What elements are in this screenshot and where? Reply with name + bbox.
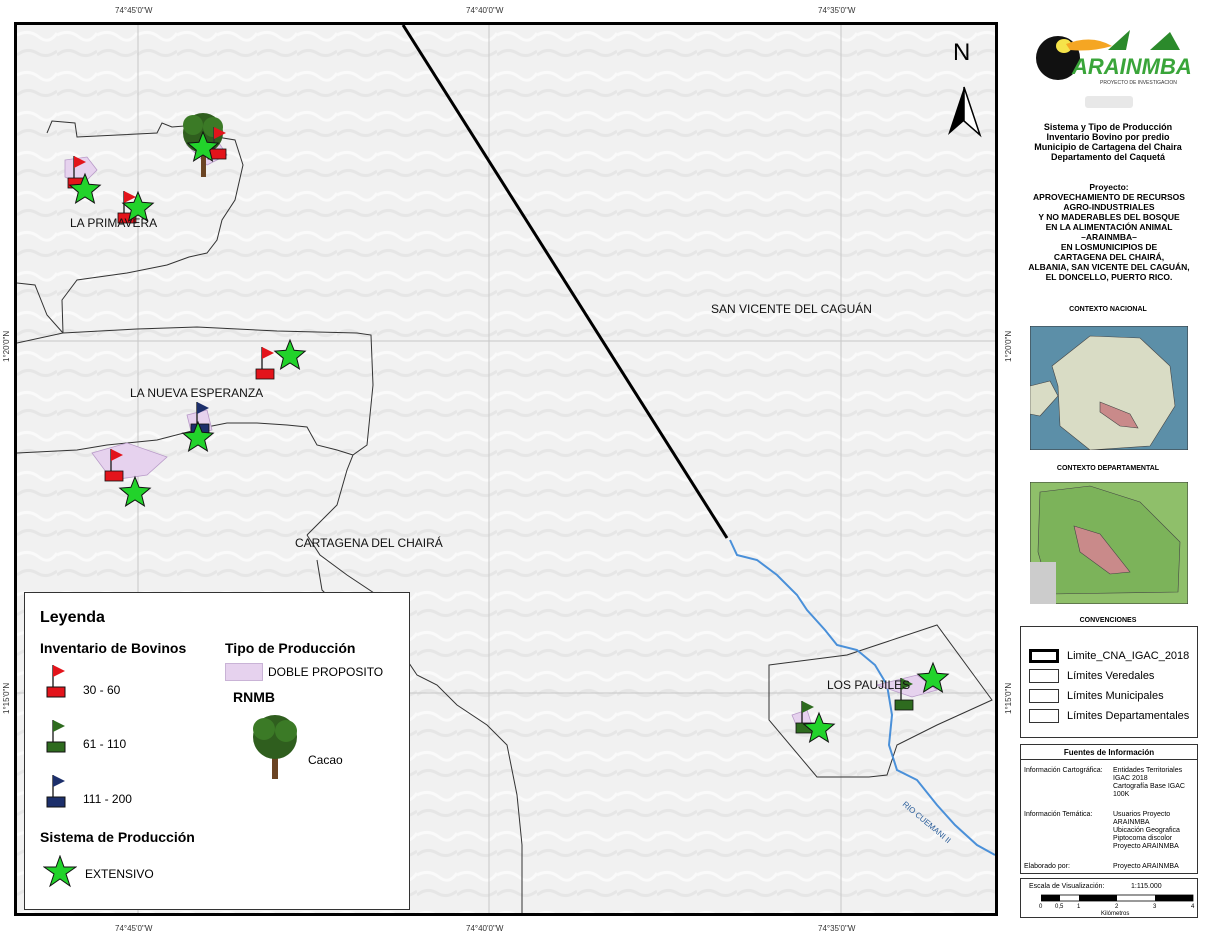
project-description: Proyecto: APROVECHAMIENTO DE RECURSOS AGRO…	[1028, 182, 1190, 282]
contexto-departamental-title: CONTEXTO DEPARTAMENTAL	[1056, 465, 1160, 472]
conv-veredales-swatch	[1029, 669, 1059, 683]
legend-title: Leyenda	[40, 609, 105, 626]
fuentes-elab-value: Proyecto ARAINMBA	[1113, 863, 1179, 870]
legend-inv-2: 61 - 110	[83, 737, 127, 751]
conv-municipales-label: Límites Municipales	[1067, 690, 1164, 702]
partner-logos	[1085, 96, 1133, 108]
scale-tick-1: 0,5	[1055, 904, 1064, 910]
legend-sistema-item: EXTENSIVO	[85, 867, 154, 881]
flag-red-icon	[46, 665, 66, 698]
cacao-tree-icon	[253, 715, 297, 779]
logo-text: ARAINMBA	[1072, 54, 1192, 79]
coord-top-2: 74°40'0"W	[466, 6, 504, 15]
legend-rnmb-item: Cacao	[308, 753, 343, 767]
legend-rnmb-title: RNMB	[233, 689, 275, 705]
flag-green-icon	[46, 720, 66, 753]
label-la-primavera: LA PRIMAVERA	[70, 216, 158, 230]
contexto-nacional-title: CONTEXTO NACIONAL	[1069, 306, 1147, 313]
coord-top-1: 74°45'0"W	[115, 6, 153, 15]
label-la-nueva-esperanza: LA NUEVA ESPERANZA	[130, 386, 264, 400]
label-los-paujiles: LOS PAUJILES	[827, 678, 911, 692]
legend-panel: Leyenda Inventario de Bovinos 30 - 60 61…	[24, 592, 410, 910]
north-label: N	[953, 39, 971, 66]
coord-right-1: 1°20'0"N	[1004, 330, 1013, 362]
scale-tick-2: 1	[1077, 904, 1081, 910]
conv-departamentales-swatch	[1029, 709, 1059, 723]
scale-tick-0: 0	[1039, 904, 1043, 910]
fuentes-box: Fuentes de Información Información Carto…	[1020, 744, 1198, 874]
arainmba-logo: ARAINMBA PROYECTO DE INVESTIGACION	[1020, 24, 1196, 92]
scale-unit: Kilómetros	[1101, 911, 1130, 917]
star-extensivo-icon	[43, 855, 77, 888]
legend-tipo-item: DOBLE PROPOSITO	[268, 665, 384, 679]
conv-veredales-label: Límites Veredales	[1067, 670, 1155, 682]
fuentes-cart-value: Entidades Territoriales IGAC 2018 Cartogra…	[1113, 767, 1185, 798]
legend-inventario-title: Inventario de Bovinos	[40, 640, 187, 656]
legend-tipo-title: Tipo de Producción	[225, 640, 356, 656]
conv-cna-label: Limite_CNA_IGAC_2018	[1067, 650, 1190, 662]
flag-navy-icon	[46, 775, 66, 808]
legend-sistema-title: Sistema de Producción	[40, 829, 195, 845]
coord-bottom-3: 74°35'0"W	[818, 924, 856, 933]
legend-inv-1: 30 - 60	[83, 683, 121, 697]
convenciones-box: Limite_CNA_IGAC_2018 Límites Veredales L…	[1020, 626, 1198, 738]
coord-left-2: 1°15'0"N	[2, 682, 11, 714]
fuentes-elab-label: Elaborado por:	[1024, 863, 1070, 870]
coord-bottom-1: 74°45'0"W	[115, 924, 153, 933]
contexto-nacional-map	[1030, 326, 1188, 450]
conv-departamentales-label: Límites Departamentales	[1067, 710, 1190, 722]
doble-proposito-swatch	[225, 663, 263, 681]
contexto-departamental-map	[1030, 482, 1188, 604]
label-cartagena-del-chaira: CARTAGENA DEL CHAIRÁ	[295, 536, 443, 550]
logo-subtitle: PROYECTO DE INVESTIGACION	[1100, 80, 1177, 86]
convenciones-title: CONVENCIONES	[1079, 617, 1137, 624]
fuentes-cart-label: Información Cartográfica:	[1024, 767, 1103, 774]
escala-value: 1:115.000	[1131, 883, 1162, 890]
conv-cna-swatch	[1029, 649, 1059, 663]
conv-municipales-swatch	[1029, 689, 1059, 703]
scale-bar	[1041, 894, 1194, 902]
fuentes-title: Fuentes de Información	[1063, 748, 1155, 757]
scale-tick-4: 3	[1153, 904, 1157, 910]
legend-inv-3: 111 - 200	[83, 792, 132, 806]
map-title: Sistema y Tipo de Producción Inventario B…	[1034, 122, 1182, 162]
escala-label: Escala de Visualización:	[1029, 883, 1105, 890]
fuentes-tem-label: Información Temática:	[1024, 811, 1093, 818]
coord-bottom-2: 74°40'0"W	[466, 924, 504, 933]
coord-top-3: 74°35'0"W	[818, 6, 856, 15]
scale-box: Escala de Visualización: 1:115.000 0 0,5…	[1020, 878, 1198, 918]
fuentes-tem-value: Usuarios Proyecto ARAINMBA Ubicación Geogr…	[1113, 811, 1180, 850]
coord-right-2: 1°15'0"N	[1004, 682, 1013, 714]
coord-left-1: 1°20'0"N	[2, 330, 11, 362]
scale-tick-5: 4	[1191, 904, 1195, 910]
label-san-vicente: SAN VICENTE DEL CAGUÁN	[711, 302, 872, 316]
